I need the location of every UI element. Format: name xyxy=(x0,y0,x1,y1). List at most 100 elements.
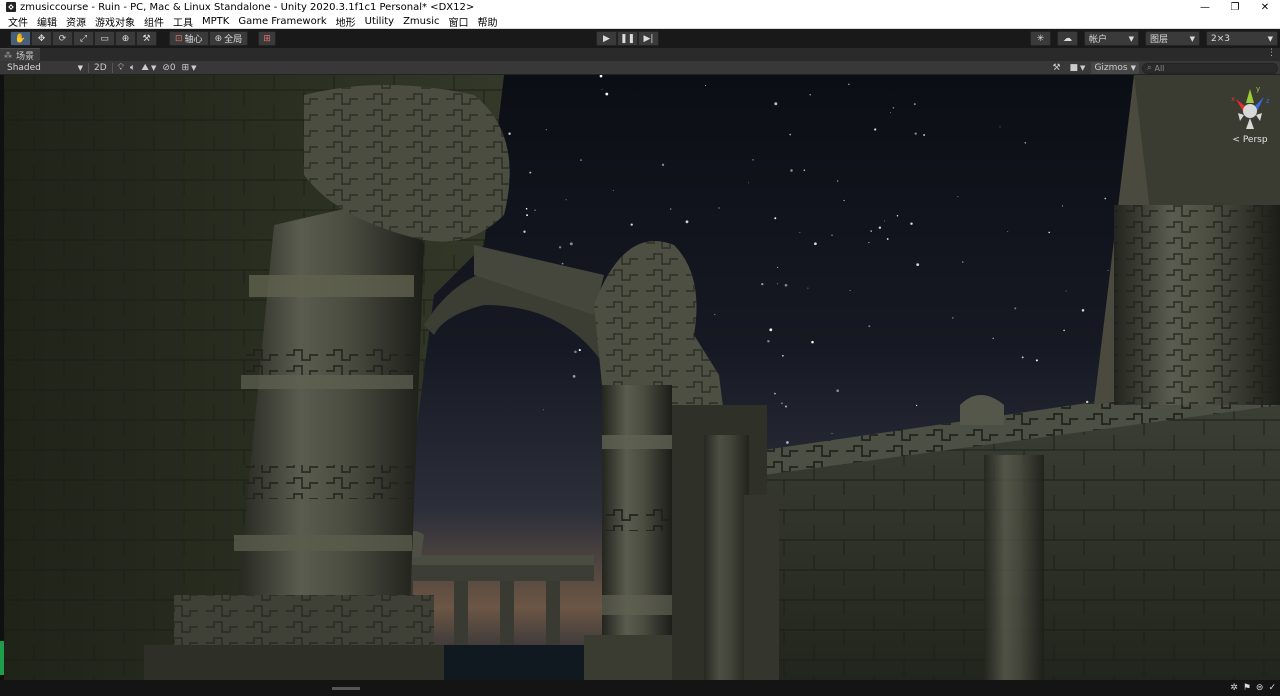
maximize-button[interactable]: ❐ xyxy=(1220,0,1250,14)
pivot-icon: ⊡ xyxy=(175,33,183,44)
rocket-icon[interactable]: ⚑ xyxy=(1243,683,1251,693)
menu-help[interactable]: 帮助 xyxy=(477,14,497,29)
scene-viewport[interactable]: y x z < Persp xyxy=(4,75,1280,680)
svg-text:y: y xyxy=(1256,85,1260,93)
star xyxy=(565,199,567,201)
play-button[interactable]: ▶ xyxy=(596,31,617,46)
star xyxy=(782,355,784,357)
gizmos-dropdown[interactable]: Gizmos ▼ xyxy=(1091,62,1139,74)
scene-icon: ⁂ xyxy=(4,50,12,60)
menu-file[interactable]: 文件 xyxy=(8,14,28,29)
tab-menu-icon[interactable]: ⋮ xyxy=(1267,48,1276,58)
star xyxy=(1061,205,1064,207)
lock-icon[interactable]: ⊜ xyxy=(1256,683,1264,693)
minimize-button[interactable]: — xyxy=(1190,0,1220,14)
menu-tools[interactable]: 工具 xyxy=(173,14,193,29)
star xyxy=(803,169,806,172)
menu-zmusic[interactable]: Zmusic xyxy=(403,16,439,27)
menu-assets[interactable]: 资源 xyxy=(66,14,86,29)
grid-snap-button[interactable]: ⊞ xyxy=(258,31,277,46)
cloud-button[interactable]: ☁ xyxy=(1057,31,1078,46)
tab-scene[interactable]: ⁂ 场景 xyxy=(0,48,41,62)
layers-dropdown[interactable]: 图层 ▼ xyxy=(1145,31,1200,46)
chevron-down-icon: ▼ xyxy=(1267,34,1273,43)
star xyxy=(661,163,665,167)
orientation-gizmo[interactable]: y x z < Persp xyxy=(1228,83,1272,145)
menu-terrain[interactable]: 地形 xyxy=(336,14,356,29)
layout-dropdown[interactable]: 2×3 ▼ xyxy=(1206,31,1278,46)
pivot-toggle[interactable]: ⊡ 轴心 xyxy=(169,31,209,46)
effects-dropdown[interactable]: ⛰ ▼ xyxy=(138,62,159,74)
scene-tab-bar: ⁂ 场景 ⋮ xyxy=(0,48,1280,62)
hidden-objects-toggle[interactable]: ⊘ 0 xyxy=(159,62,178,74)
menu-edit[interactable]: 编辑 xyxy=(37,14,57,29)
menu-window[interactable]: 窗口 xyxy=(448,14,468,29)
rect-tool-button[interactable]: ▭ xyxy=(94,31,115,46)
hand-icon: ✋ xyxy=(14,33,27,44)
layers-label: 图层 xyxy=(1150,35,1169,45)
star xyxy=(868,242,870,244)
rect-icon: ▭ xyxy=(100,33,109,44)
star xyxy=(831,234,833,236)
close-button[interactable]: ✕ xyxy=(1250,0,1280,14)
star xyxy=(1035,359,1038,362)
global-toggle[interactable]: ⊕ 全局 xyxy=(208,31,249,46)
custom-tool-button[interactable]: ⚒ xyxy=(136,31,157,46)
scale-tool-button[interactable]: ⤢ xyxy=(73,31,94,46)
camera-dropdown[interactable]: ■ ▼ xyxy=(1067,62,1089,74)
bug-icon[interactable]: ✲ xyxy=(1230,683,1238,693)
scene-search-input[interactable]: ⌕ All xyxy=(1142,62,1278,74)
lighting-toggle[interactable]: 💡︎ xyxy=(115,62,127,74)
tools-icon: ⚒ xyxy=(1052,63,1061,73)
2d-toggle[interactable]: 2D xyxy=(91,62,110,74)
menu-game-framework[interactable]: Game Framework xyxy=(238,16,326,27)
hand-tool-button[interactable]: ✋ xyxy=(10,31,31,46)
grid-dropdown[interactable]: ⊞ ▼ xyxy=(179,62,200,74)
chevron-down-icon: ▼ xyxy=(191,63,197,72)
star xyxy=(542,409,544,411)
transform-tool-button[interactable]: ⊕ xyxy=(115,31,136,46)
star xyxy=(874,128,877,131)
audio-toggle[interactable]: 🔈︎ xyxy=(127,62,138,74)
projection-label[interactable]: < Persp xyxy=(1228,135,1272,145)
step-button[interactable]: ▶| xyxy=(638,31,659,46)
svg-text:z: z xyxy=(1266,97,1270,105)
menu-component[interactable]: 组件 xyxy=(144,14,164,29)
draw-mode-label: Shaded xyxy=(7,62,41,73)
check-icon[interactable]: ✓ xyxy=(1268,683,1276,693)
rotate-icon: ⟳ xyxy=(58,33,67,44)
star xyxy=(774,102,778,106)
star xyxy=(848,83,850,85)
star xyxy=(843,199,845,202)
menu-utility[interactable]: Utility xyxy=(365,16,394,27)
collab-button[interactable]: ✳ xyxy=(1030,31,1051,46)
taskbar-item[interactable] xyxy=(332,686,360,690)
scene-tools-button[interactable]: ⚒ xyxy=(1049,62,1063,74)
star xyxy=(814,242,817,246)
star xyxy=(761,282,764,286)
star xyxy=(752,158,754,161)
global-label: 全局 xyxy=(224,35,243,45)
menu-gameobject[interactable]: 游戏对象 xyxy=(95,14,135,29)
star xyxy=(992,337,994,340)
pause-button[interactable]: ❚❚ xyxy=(617,31,638,46)
camera-icon: ■ xyxy=(1069,63,1079,73)
move-tool-button[interactable]: ✥ xyxy=(31,31,52,46)
draw-mode-dropdown[interactable]: Shaded ▼ xyxy=(4,62,86,74)
star xyxy=(718,207,720,209)
unity-logo-icon xyxy=(6,2,16,12)
account-dropdown[interactable]: 帐户 ▼ xyxy=(1084,31,1139,46)
axis-gizmo-icon: y x z xyxy=(1231,85,1270,129)
chevron-down-icon: ▼ xyxy=(77,63,83,72)
scene-view-toolbar: Shaded ▼ 2D 💡︎ 🔈︎ ⛰ ▼ ⊘ 0 ⊞ ▼ ⚒ ■ ▼ Gizmos ▼ ⌕… xyxy=(0,61,1280,75)
star xyxy=(569,242,573,246)
star xyxy=(913,103,916,106)
menu-mptk[interactable]: MPTK xyxy=(202,16,229,27)
star xyxy=(769,328,773,332)
rotate-tool-button[interactable]: ⟳ xyxy=(52,31,73,46)
star xyxy=(1014,307,1017,310)
star xyxy=(774,392,776,395)
star xyxy=(1048,231,1051,234)
star xyxy=(685,220,689,224)
grid-icon: ⊞ xyxy=(263,33,271,44)
